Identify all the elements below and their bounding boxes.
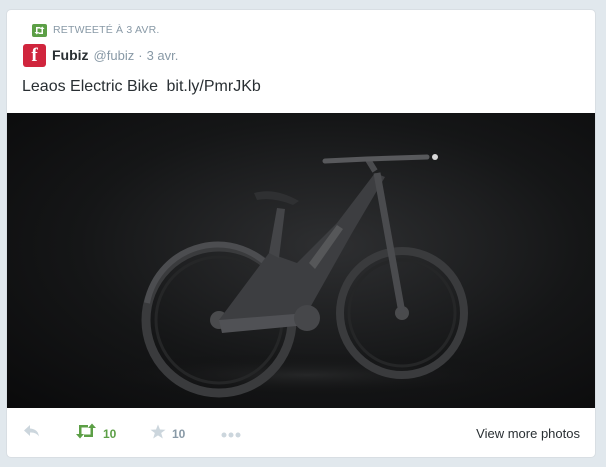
view-more-photos-link[interactable]: View more photos <box>476 426 580 441</box>
author-name[interactable]: Fubiz <box>52 47 89 63</box>
tweet-timestamp[interactable]: 3 avr. <box>147 48 179 63</box>
star-icon <box>150 424 166 444</box>
tweet-text: Leaos Electric Bike bit.ly/PmrJKb <box>22 78 261 96</box>
retweet-context-text: RETWEETÉ À 3 AVR. <box>53 24 160 36</box>
retweet-icon <box>75 423 97 444</box>
avatar[interactable]: f <box>23 43 46 67</box>
tweet-header: f Fubiz @fubiz · 3 avr. <box>23 43 178 67</box>
media-photo[interactable] <box>7 113 595 408</box>
reply-icon <box>23 424 41 443</box>
retweet-count: 10 <box>103 426 117 441</box>
more-button[interactable] <box>221 425 241 443</box>
electric-bike-photo-icon <box>77 154 537 398</box>
favorite-button[interactable]: 10 <box>150 424 185 444</box>
more-icon <box>221 425 241 443</box>
retweet-context: RETWEETÉ À 3 AVR. <box>32 22 159 38</box>
retweet-badge-icon <box>32 23 47 37</box>
tweet-card: RETWEETÉ À 3 AVR. f Fubiz @fubiz · 3 avr… <box>6 9 596 458</box>
retweet-button[interactable]: 10 <box>75 423 116 444</box>
header-separator: · <box>138 47 143 63</box>
tweet-body: Leaos Electric Bike <box>22 78 159 95</box>
reply-button[interactable] <box>23 424 41 443</box>
tweet-link[interactable]: bit.ly/PmrJKb <box>167 78 261 95</box>
favorite-count: 10 <box>172 426 186 441</box>
tweet-actions: 10 10 View more photos <box>7 408 595 457</box>
author-handle[interactable]: @fubiz <box>94 48 135 63</box>
